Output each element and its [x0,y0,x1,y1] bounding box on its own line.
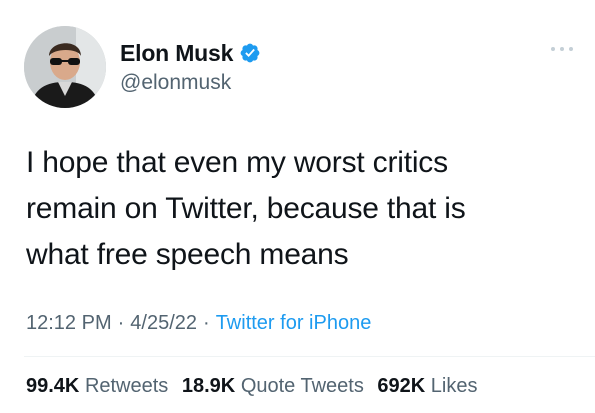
verified-badge-icon [239,42,261,64]
tweet-text: I hope that even my worst critics remain… [26,146,466,271]
tweet-card: Elon Musk @elonmusk I hope that even my … [0,0,595,413]
quote-tweets-stat[interactable]: 18.9K Quote Tweets [182,375,364,397]
meta-separator: · [203,312,210,334]
more-options-icon[interactable] [549,42,575,54]
meta-separator: · [117,312,125,334]
tweet-source-link[interactable]: Twitter for iPhone [216,312,372,334]
divider [24,356,595,357]
author-name-row: Elon Musk [120,38,261,68]
retweets-stat[interactable]: 99.4K Retweets [26,375,168,397]
tweet-time[interactable]: 12:12 PM [26,312,112,334]
likes-stat[interactable]: 692K Likes [377,375,477,397]
quote-tweets-label: Quote Tweets [240,375,364,397]
likes-label: Likes [430,375,478,397]
tweet-meta: 12:12 PM · 4/25/22 · Twitter for iPhone [26,312,371,335]
tweet-date[interactable]: 4/25/22 [130,312,197,334]
likes-count: 692K [377,375,426,397]
retweets-count: 99.4K [26,375,80,397]
retweets-label: Retweets [84,375,169,397]
author-block: Elon Musk @elonmusk [120,38,261,95]
avatar-image [24,26,106,108]
display-name[interactable]: Elon Musk [120,40,233,67]
engagement-stats: 99.4K Retweets 18.9K Quote Tweets 692K L… [26,375,486,398]
quote-tweets-count: 18.9K [181,375,236,397]
avatar[interactable] [24,26,106,108]
author-handle[interactable]: @elonmusk [120,71,261,95]
